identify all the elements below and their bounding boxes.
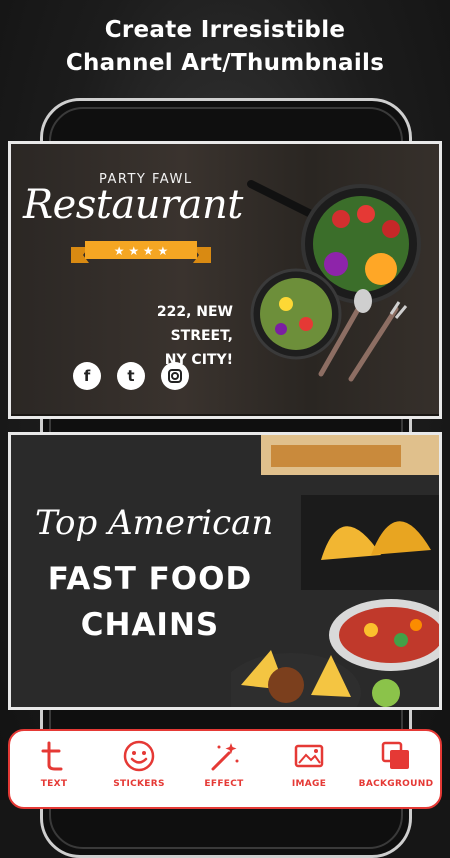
svg-text:★ ★ ★ ★: ★ ★ ★ ★ — [114, 244, 168, 258]
promo-headline: Create Irresistible Channel Art/Thumbnai… — [0, 14, 450, 80]
facebook-icon: f — [73, 362, 101, 390]
restaurant-title: Restaurant — [23, 182, 243, 228]
toolbar-stickers-label: STICKERS — [113, 779, 165, 789]
toolbar-text-button[interactable]: TEXT — [12, 739, 96, 789]
toolbar-image-button[interactable]: IMAGE — [267, 739, 351, 789]
image-icon — [294, 744, 324, 768]
smiley-icon — [123, 740, 155, 772]
layers-icon — [381, 741, 409, 769]
toolbar-effect-label: EFFECT — [204, 779, 244, 789]
toolbar-background-label: BACKGROUND — [358, 779, 434, 789]
toolbar-stickers-button[interactable]: STICKERS — [97, 739, 181, 789]
title-line-1: FAST FOOD — [47, 561, 253, 597]
address-line-1: 222, NEW STREET, — [156, 304, 233, 344]
ribbon-icon: ★ ★ ★ ★ — [71, 241, 211, 263]
food-illustration — [247, 180, 421, 382]
script-title: Top American — [35, 503, 274, 543]
toolbar-background-button[interactable]: BACKGROUND — [354, 739, 438, 789]
text-icon — [41, 741, 63, 771]
toolbar-text-label: TEXT — [40, 779, 68, 789]
twitter-icon: t — [117, 362, 145, 390]
headline-line-1: Create Irresistible — [104, 17, 346, 43]
editor-toolbar: TEXT STICKERS EFFECT IMAGE BACKGROUND — [8, 729, 442, 809]
toolbar-image-label: IMAGE — [291, 779, 327, 789]
magic-wand-icon — [211, 743, 239, 771]
title-line-2: CHAINS — [80, 607, 220, 643]
fast-food-illustration — [231, 435, 439, 707]
fast-food-banner[interactable]: Top American FAST FOOD CHAINS — [8, 432, 442, 710]
toolbar-effect-button[interactable]: EFFECT — [182, 739, 266, 789]
restaurant-banner[interactable]: PARTY FAWL Restaurant ★ ★ ★ ★ 222, NEW S… — [8, 141, 442, 419]
instagram-icon — [161, 362, 189, 390]
headline-line-2: Channel Art/Thumbnails — [65, 50, 385, 76]
